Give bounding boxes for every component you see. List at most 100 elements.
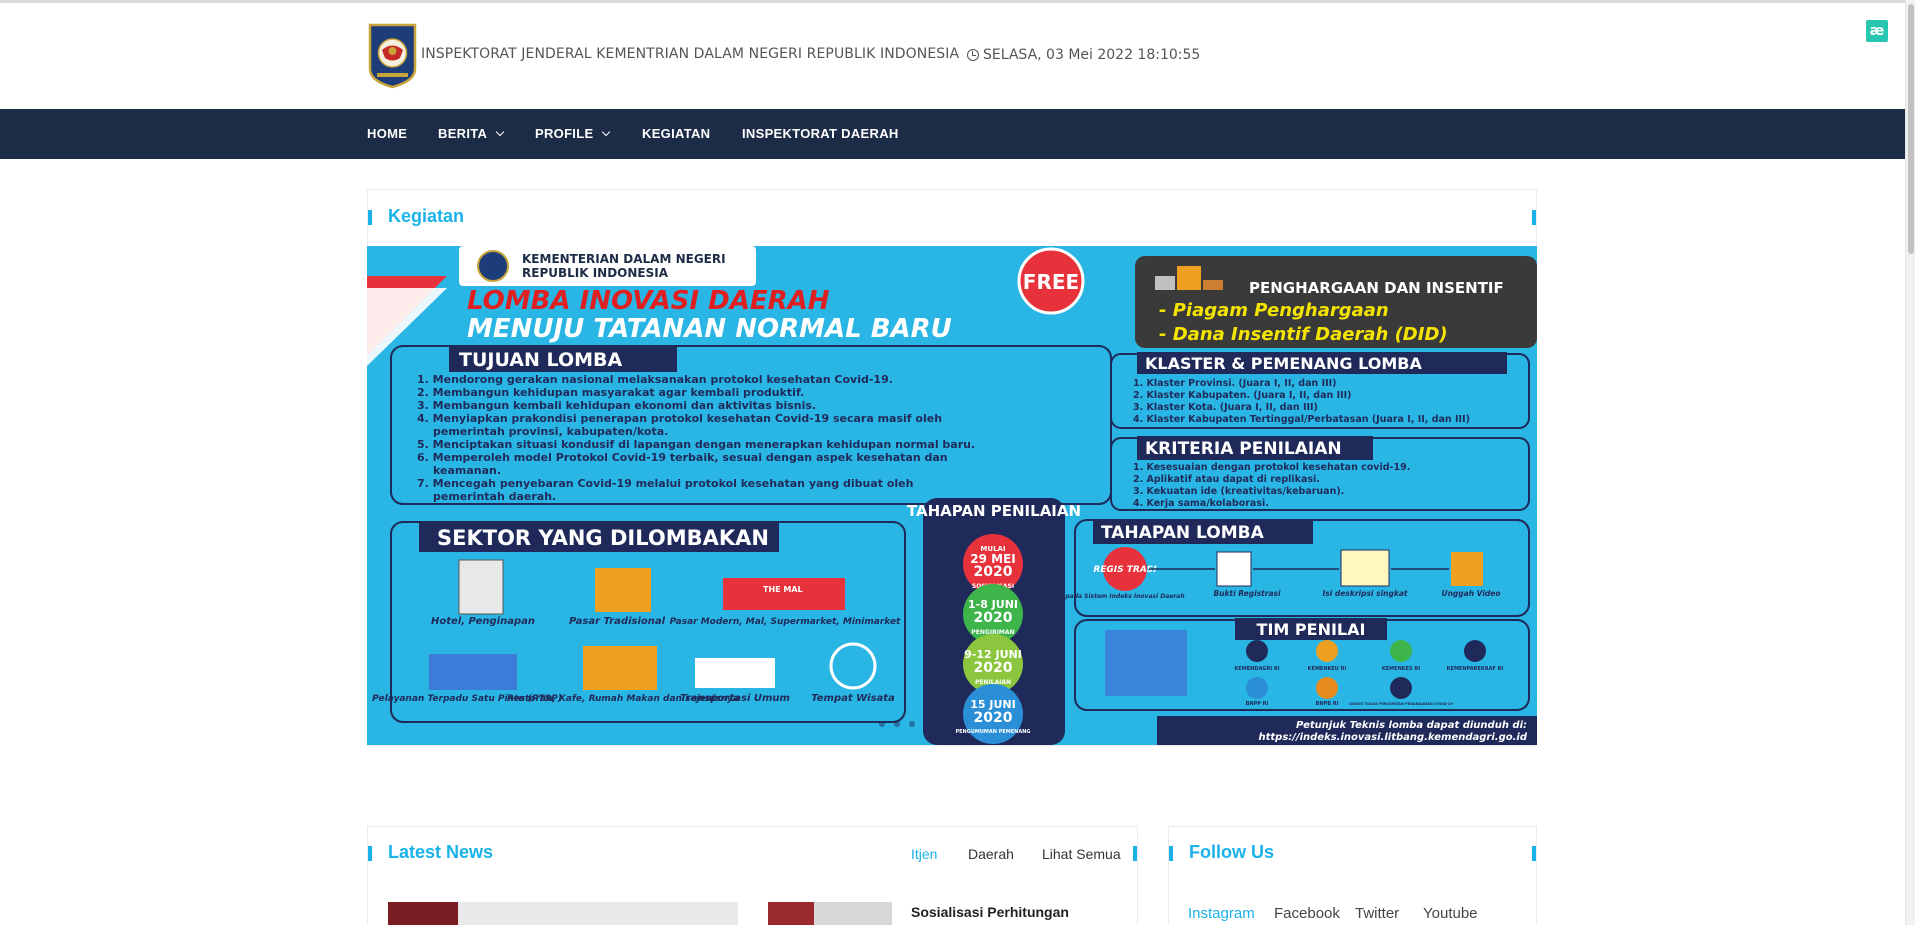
sektor-label: Tempat Wisata: [811, 693, 895, 704]
klaster-item: 3. Klaster Kota. (Juara I, II, dan III): [1133, 402, 1318, 413]
step-year: 2020: [974, 610, 1013, 626]
news-item-title[interactable]: Sosialisasi Perhitungan: [911, 904, 1069, 920]
kriteria-item: 3. Kekuatan ide (kreativitas/kebaruan).: [1133, 486, 1344, 497]
section-accent-bar: [1532, 846, 1536, 861]
step-year: 2020: [974, 564, 1013, 580]
sektor-label: Pasar Tradisional: [569, 616, 666, 627]
free-badge-text: FREE: [1023, 270, 1079, 294]
ministry-name: KEMENTERIAN DALAM NEGERI: [522, 252, 726, 266]
ministry-logo-icon: [477, 250, 509, 282]
news-thumbnail-small[interactable]: [768, 902, 892, 925]
step-year: 2020: [974, 710, 1013, 726]
lomba-inovasi-poster: KEMENTERIAN DALAM NEGERI REPUBLIK INDONE…: [367, 246, 1537, 745]
tim-label: BNPP RI: [1246, 701, 1269, 707]
tab-itjen[interactable]: Itjen: [911, 846, 937, 862]
tim-label: BNPB RI: [1316, 701, 1339, 707]
hotel-icon: [458, 559, 504, 615]
white-corner-shape: [367, 288, 447, 366]
section-accent-bar: [368, 210, 372, 225]
tim-label: KEMENPAREKRAF RI: [1447, 666, 1504, 672]
tab-instagram[interactable]: Instagram: [1188, 905, 1255, 922]
nav-berita[interactable]: BERITA: [438, 109, 505, 159]
scrollbar-thumb[interactable]: [1908, 4, 1914, 254]
tujuan-item: 3. Membangun kembali kehidupan ekonomi d…: [417, 399, 816, 412]
tim-label: KEMENKES RI: [1382, 666, 1420, 672]
sektor-label: Hotel, Penginapan: [431, 616, 535, 627]
klaster-list: 1. Klaster Provinsi. (Juara I, II, dan I…: [1133, 378, 1470, 425]
award-title: PENGHARGAAN DAN INSENTIF: [1249, 279, 1504, 297]
mall-sign: THE MAL: [763, 585, 803, 594]
sektor-label: Transportasi Umum: [680, 693, 790, 704]
tab-daerah[interactable]: Daerah: [968, 846, 1014, 862]
nav-inspektorat-daerah[interactable]: INSPEKTORAT DAERAH: [742, 109, 899, 159]
ministry-name-2: REPUBLIK INDONESIA: [522, 266, 669, 280]
datetime-text: SELASA, 03 Mei 2022 18:10:55: [983, 47, 1201, 63]
tujuan-item: keamanan.: [433, 464, 501, 477]
sektor-label: Pasar Modern, Mal, Supermarket, Minimark…: [670, 617, 901, 627]
kriteria-title: KRITERIA PENILAIAN: [1145, 439, 1342, 459]
upload-icon: [1451, 552, 1483, 586]
tim-label: KEMENDAGRI RI: [1234, 666, 1279, 672]
section-accent-bar: [1133, 846, 1137, 861]
klaster-item: 1. Klaster Provinsi. (Juara I, II, dan I…: [1133, 378, 1337, 389]
nav-home[interactable]: HOME: [367, 109, 407, 159]
tahapan-penilaian-title: TAHAPAN PENILAIAN: [907, 502, 1081, 520]
nav-kegiatan[interactable]: KEGIATAN: [642, 109, 710, 159]
kegiatan-banner[interactable]: KEMENTERIAN DALAM NEGERI REPUBLIK INDONE…: [367, 246, 1537, 745]
petunjuk-text: Petunjuk Teknis lomba dapat diunduh di:: [1296, 720, 1527, 731]
carousel-dot: [894, 721, 900, 727]
klaster-title: KLASTER & PEMENANG LOMBA: [1145, 354, 1422, 373]
carousel-dot: [924, 721, 930, 727]
ferris-wheel-icon: [829, 642, 877, 690]
tujuan-title: TUJUAN LOMBA: [459, 349, 622, 371]
news-thumbnail-main[interactable]: [388, 902, 738, 925]
nav-profile[interactable]: PROFILE: [535, 109, 611, 159]
tim-penilai-title: TIM PENILAI: [1257, 620, 1366, 639]
tab-twitter[interactable]: Twitter: [1355, 905, 1399, 922]
sektor-title: SEKTOR YANG DILOMBAKAN: [437, 526, 769, 550]
jury-illustration: [1105, 630, 1187, 696]
petunjuk-url: https://indeks.inovasi.litbang.kemendagr…: [1259, 732, 1528, 743]
nav-berita-label: BERITA: [438, 126, 488, 141]
carousel-dot: [879, 721, 885, 727]
kriteria-item: 4. Kerja sama/kolaborasi.: [1133, 498, 1269, 509]
tujuan-item: 5. Menciptakan situasi kondusif di lapan…: [417, 438, 975, 451]
clock-icon: [967, 49, 979, 61]
nav-home-label: HOME: [367, 126, 408, 141]
follow-us-title: Follow Us: [1189, 842, 1274, 862]
kemendagri-logo[interactable]: [367, 23, 418, 89]
carousel-dot: [939, 721, 945, 727]
current-datetime: SELASA, 03 Mei 2022 18:10:55: [967, 47, 1200, 63]
tujuan-item: 7. Mencegah penyebaran Covid-19 melalui …: [417, 477, 913, 490]
lomba-step-label: Isi deskripsi singkat: [1322, 589, 1407, 598]
klaster-item: 2. Klaster Kabupaten. (Juara I, II, dan …: [1133, 390, 1352, 401]
bus-icon: [695, 658, 775, 688]
lomba-step-label: Unggah Video: [1441, 589, 1500, 598]
award-2: - Dana Insentif Daerah (DID): [1159, 324, 1448, 345]
tab-lihat-semua[interactable]: Lihat Semua: [1042, 846, 1121, 862]
kriteria-item: 2. Aplikatif atau dapat di replikasi.: [1133, 474, 1320, 485]
form-icon: [1340, 549, 1390, 587]
lomba-step-label: Bukti Registrasi: [1213, 589, 1281, 598]
tujuan-item: 2. Membangun kehidupan masyarakat agar k…: [417, 386, 804, 399]
lomba-step-labels: pada Sistem Indeks Inovasi Daerah Bukti …: [1064, 589, 1500, 600]
step-label: PENGUMUMAN PEMENANG: [955, 729, 1030, 735]
headline-2: MENUJU TATANAN NORMAL BARU: [467, 314, 952, 344]
tim-label: KEMENKEU RI: [1308, 666, 1347, 672]
section-accent-bar: [1532, 210, 1536, 225]
carousel-dot: [909, 721, 915, 727]
tujuan-item: pemerintah daerah.: [433, 490, 556, 503]
page-scrollbar[interactable]: [1905, 0, 1915, 925]
tab-youtube[interactable]: Youtube: [1423, 905, 1478, 922]
site-title[interactable]: INSPEKTORAT JENDERAL KEMENTRIAN DALAM NE…: [421, 46, 959, 62]
regis-text: REGIS TRASI: [1093, 565, 1157, 575]
kriteria-item: 1. Kesesuaian dengan protokol kesehatan …: [1133, 462, 1410, 473]
podium-icon: [1155, 276, 1175, 290]
tim-labels: KEMENDAGRI RI KEMENKEU RI KEMENKES RI KE…: [1234, 666, 1503, 707]
kegiatan-title: Kegiatan: [388, 206, 465, 226]
tab-facebook[interactable]: Facebook: [1274, 905, 1340, 922]
tujuan-item: 1. Mendorong gerakan nasional melaksanak…: [417, 373, 893, 386]
kriteria-list: 1. Kesesuaian dengan protokol kesehatan …: [1133, 462, 1410, 509]
mall-icon: [723, 578, 845, 610]
restaurant-icon: [583, 646, 657, 690]
